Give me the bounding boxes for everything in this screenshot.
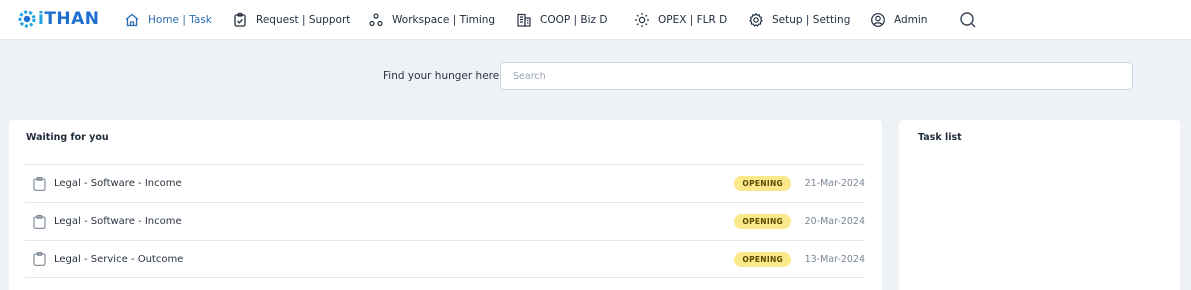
nav-label: Workspace | Timing (392, 14, 496, 26)
nav-label: OPEX | FLR D (658, 14, 728, 26)
task-title: Legal - Service - Outcome (54, 253, 184, 265)
status-badge: OPENING (734, 176, 791, 191)
nav-setup-setting[interactable]: Setup | Setting (748, 10, 850, 30)
task-date: 13-Mar-2024 (804, 253, 865, 265)
nav-opex-flr[interactable]: OPEX | FLR D (634, 10, 727, 30)
clipboard-icon (33, 252, 46, 266)
status-badge: OPENING (734, 251, 791, 267)
nav-label: Setup | Setting (772, 14, 851, 26)
nav-coop-biz[interactable]: COOP | Biz D (516, 10, 607, 30)
task-row[interactable]: Legal - Software - Income OPENING 21-Mar… (25, 164, 865, 202)
task-row[interactable]: Legal - Service - Outcome OPENING 13-Mar… (25, 240, 865, 278)
clipboard-icon (33, 214, 46, 229)
user-circle-icon (871, 13, 885, 27)
logo-text: THAN (44, 9, 100, 29)
search-input[interactable] (500, 62, 1133, 90)
home-icon (125, 13, 139, 27)
gear-icon (749, 12, 763, 27)
search-icon[interactable] (958, 10, 978, 30)
gear-logo-icon (18, 10, 36, 28)
nav-label: Admin (894, 14, 928, 26)
task-date: 21-Mar-2024 (804, 178, 865, 189)
building-icon (517, 13, 531, 27)
status-badge: OPENING (734, 214, 791, 229)
task-row[interactable]: Legal - Software - Income OPENING 20-Mar… (25, 202, 865, 240)
nav-label: Request | Support (256, 14, 351, 26)
app-logo[interactable]: i THAN (17, 9, 100, 29)
task-title: Legal - Software - Income (54, 178, 182, 189)
search-label: Find your hunger here (383, 70, 500, 82)
waiting-for-you-panel: Waiting for you Legal - Software - Incom… (9, 120, 882, 290)
nav-admin[interactable]: Admin (870, 10, 927, 30)
clipboard-check-icon (234, 12, 246, 27)
panel-title: Waiting for you (26, 132, 109, 143)
panel-title: Task list (918, 132, 962, 143)
task-list-panel: Task list (899, 120, 1180, 290)
nav-label: COOP | Biz D (540, 14, 608, 26)
clipboard-icon (33, 176, 46, 191)
nav-workspace-timing[interactable]: Workspace | Timing (368, 10, 495, 30)
task-title: Legal - Software - Income (54, 216, 182, 227)
task-date: 20-Mar-2024 (804, 216, 865, 227)
nav-label: Home | Task (148, 14, 212, 26)
sun-icon (635, 13, 649, 27)
top-nav-bar: i THAN Home | Task Request | Support Wor… (0, 0, 1191, 40)
nav-home-task[interactable]: Home | Task (124, 10, 212, 30)
nodes-icon (369, 13, 383, 27)
nav-request-support[interactable]: Request | Support (232, 10, 350, 30)
